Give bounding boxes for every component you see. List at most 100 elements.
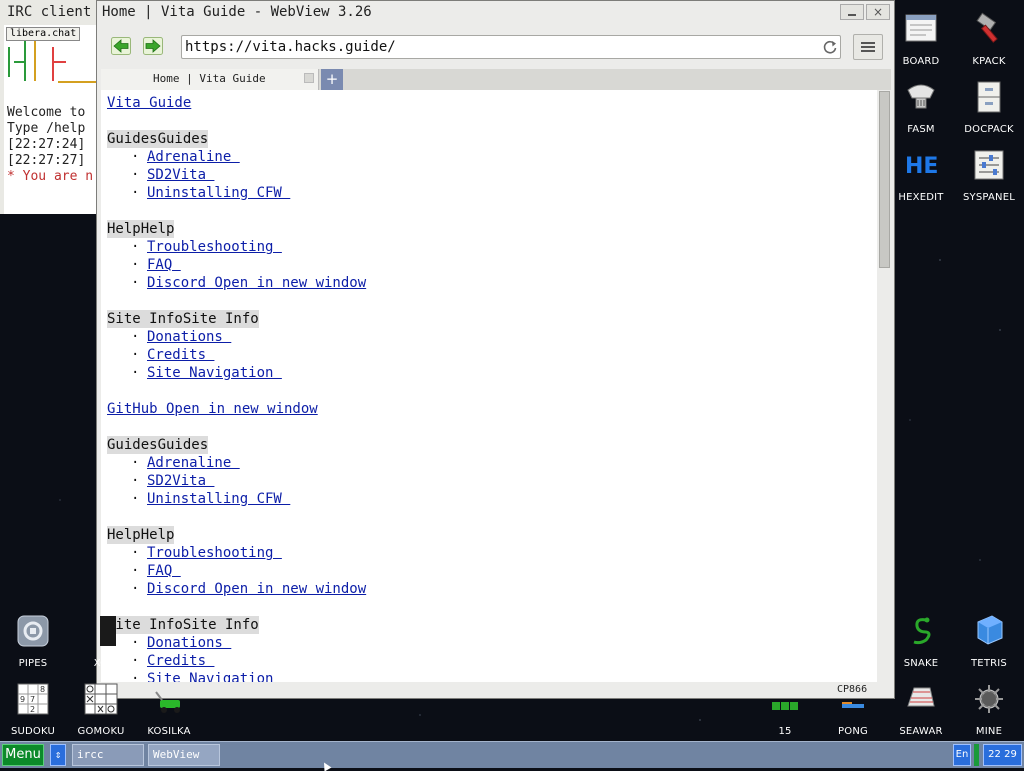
tab-close-button[interactable]	[304, 73, 314, 83]
tab-label: Home | Vita Guide	[153, 72, 266, 85]
gomoku-icon	[84, 683, 118, 715]
nav-link[interactable]: Credits	[147, 347, 214, 363]
nav-link[interactable]: Donations	[147, 329, 231, 345]
icon-label: PONG	[838, 726, 868, 737]
forward-arrow-icon[interactable]	[143, 37, 163, 55]
desktop-icon-seawar[interactable]: SEAWAR	[888, 682, 954, 737]
nav-link[interactable]: SD2Vita	[147, 167, 214, 183]
svg-text:HE: HE	[905, 154, 938, 179]
icon-label: MINE	[975, 726, 1003, 737]
nav-link[interactable]: Adrenaline	[147, 455, 240, 471]
desktop-icon-sudoku[interactable]: 8 9 7 2 SUDOKU	[0, 682, 66, 737]
nav-link[interactable]: Uninstalling CFW	[147, 185, 290, 201]
taskbar: Menu ⇕ ircc WebView En 22 29	[0, 741, 1024, 768]
icon-label: HEXEDIT	[898, 192, 944, 203]
tab-home-vita-guide[interactable]: Home | Vita Guide	[101, 69, 319, 90]
icon-label: XO	[93, 658, 109, 669]
address-bar[interactable]	[181, 35, 841, 59]
site-title-link[interactable]: Vita Guide	[107, 95, 191, 111]
desktop-icon-kosilka[interactable]: KOSILKA	[136, 682, 202, 737]
tetris-icon	[977, 615, 1003, 645]
desktop-icon-fasm[interactable]: FASM	[888, 80, 954, 135]
github-link[interactable]: GitHub Open in new window	[107, 401, 318, 417]
svg-text:8: 8	[40, 685, 45, 694]
desktop-icon-mine[interactable]: MINE	[956, 682, 1022, 737]
menu-bar	[861, 50, 875, 52]
desktop-icon-docpack[interactable]: DOCPACK	[956, 80, 1022, 135]
fifteen-puzzle-icon	[772, 702, 798, 710]
nav-link[interactable]: Site Navigation	[147, 671, 282, 682]
back-arrow-icon[interactable]	[111, 37, 131, 55]
icon-label: DOCPACK	[964, 124, 1014, 135]
nav-link[interactable]: Troubleshooting	[147, 545, 282, 561]
desktop-icon-xo[interactable]: XO	[68, 614, 134, 669]
desktop-icon-tetris[interactable]: TETRIS	[956, 614, 1022, 669]
desktop-icon-gomoku[interactable]: GOMOKU	[68, 682, 134, 737]
icon-label: SEAWAR	[899, 726, 943, 737]
icon-label: SUDOKU	[10, 726, 56, 737]
cabinet-icon	[977, 81, 1001, 113]
reload-icon[interactable]	[822, 39, 838, 55]
section-heading: HelpHelp	[107, 526, 175, 544]
webview-window[interactable]: Home | Vita Guide - WebView 3.26 × Hom	[96, 0, 895, 699]
svg-text:7: 7	[30, 695, 35, 704]
icon-label: GOMOKU	[77, 726, 125, 737]
desktop-icon-syspanel[interactable]: SYSPANEL	[956, 148, 1022, 203]
url-input[interactable]	[185, 38, 815, 56]
browser-toolbar	[97, 25, 894, 69]
desktop-icon-board[interactable]: BOARD	[888, 12, 954, 67]
page-viewport[interactable]: Vita Guide GuidesGuides · Adrenaline · SD2…	[101, 90, 877, 682]
nav-link[interactable]: SD2Vita	[147, 473, 214, 489]
desktop-icon-kpack[interactable]: KPACK	[956, 12, 1022, 67]
desktop-icon-pipes[interactable]: PIPES	[0, 614, 66, 669]
pipes-icon	[17, 615, 49, 647]
nav-link[interactable]: Discord Open in new window	[147, 581, 366, 597]
nav-link[interactable]: FAQ	[147, 257, 181, 273]
irc-message: Type /help	[7, 121, 86, 136]
browser-menu-button[interactable]	[853, 34, 883, 60]
section-heading: GuidesGuides	[107, 130, 209, 148]
menu-bar	[861, 42, 875, 44]
mine-icon	[975, 685, 1003, 713]
section-heading: HelpHelp	[107, 220, 175, 238]
board-icon	[905, 14, 937, 42]
nav-link[interactable]: Troubleshooting	[147, 239, 282, 255]
window-titlebar[interactable]: Home | Vita Guide - WebView 3.26 ×	[97, 1, 894, 25]
irc-message: [22:27:24]	[7, 137, 86, 152]
nav-link[interactable]: Credits	[147, 653, 214, 669]
svg-text:2: 2	[30, 705, 35, 714]
sliders-icon	[974, 150, 1004, 180]
taskbar-item-webview[interactable]: WebView	[148, 744, 220, 766]
window-switch-button[interactable]: ⇕	[50, 744, 66, 766]
language-indicator[interactable]: En	[953, 744, 971, 766]
desktop-icon-hexedit[interactable]: HE HEXEDIT	[888, 148, 954, 203]
nav-link[interactable]: FAQ	[147, 563, 181, 579]
irc-message: [22:27:27]	[7, 153, 86, 168]
svg-text:9: 9	[20, 695, 25, 704]
hexedit-icon: HE	[905, 154, 938, 179]
section-heading: Site InfoSite Info	[107, 310, 259, 328]
menu-button[interactable]: Menu	[2, 744, 44, 766]
nav-link[interactable]: Adrenaline	[147, 149, 240, 165]
nav-link[interactable]: Uninstalling CFW	[147, 491, 290, 507]
icon-label: 15	[778, 726, 792, 737]
close-button[interactable]: ×	[866, 4, 890, 20]
nav-link[interactable]: Site Navigation	[147, 365, 282, 381]
menu-bar	[861, 46, 875, 48]
taskbar-item-ircc[interactable]: ircc	[72, 744, 144, 766]
clock[interactable]: 22 29	[983, 744, 1022, 766]
new-tab-button[interactable]: +	[321, 69, 343, 90]
pong-icon	[842, 702, 864, 708]
minimize-button[interactable]	[840, 4, 864, 20]
desktop-icon-snake[interactable]: SNAKE	[888, 614, 954, 669]
seawar-icon	[907, 687, 935, 707]
nav-link[interactable]: Discord Open in new window	[147, 275, 366, 291]
desktop-icon-pong[interactable]: PONG	[820, 682, 886, 737]
icon-label: PIPES	[18, 658, 48, 669]
irc-window[interactable]: IRC client libera.chat Welcome to Type /…	[0, 0, 101, 214]
xo-icon	[100, 616, 116, 646]
desktop-icon-15[interactable]: 15	[752, 682, 818, 737]
irc-server-tab[interactable]: libera.chat	[6, 27, 81, 41]
nav-link[interactable]: Donations	[147, 635, 231, 651]
sudoku-icon: 8 9 7 2	[17, 683, 49, 715]
